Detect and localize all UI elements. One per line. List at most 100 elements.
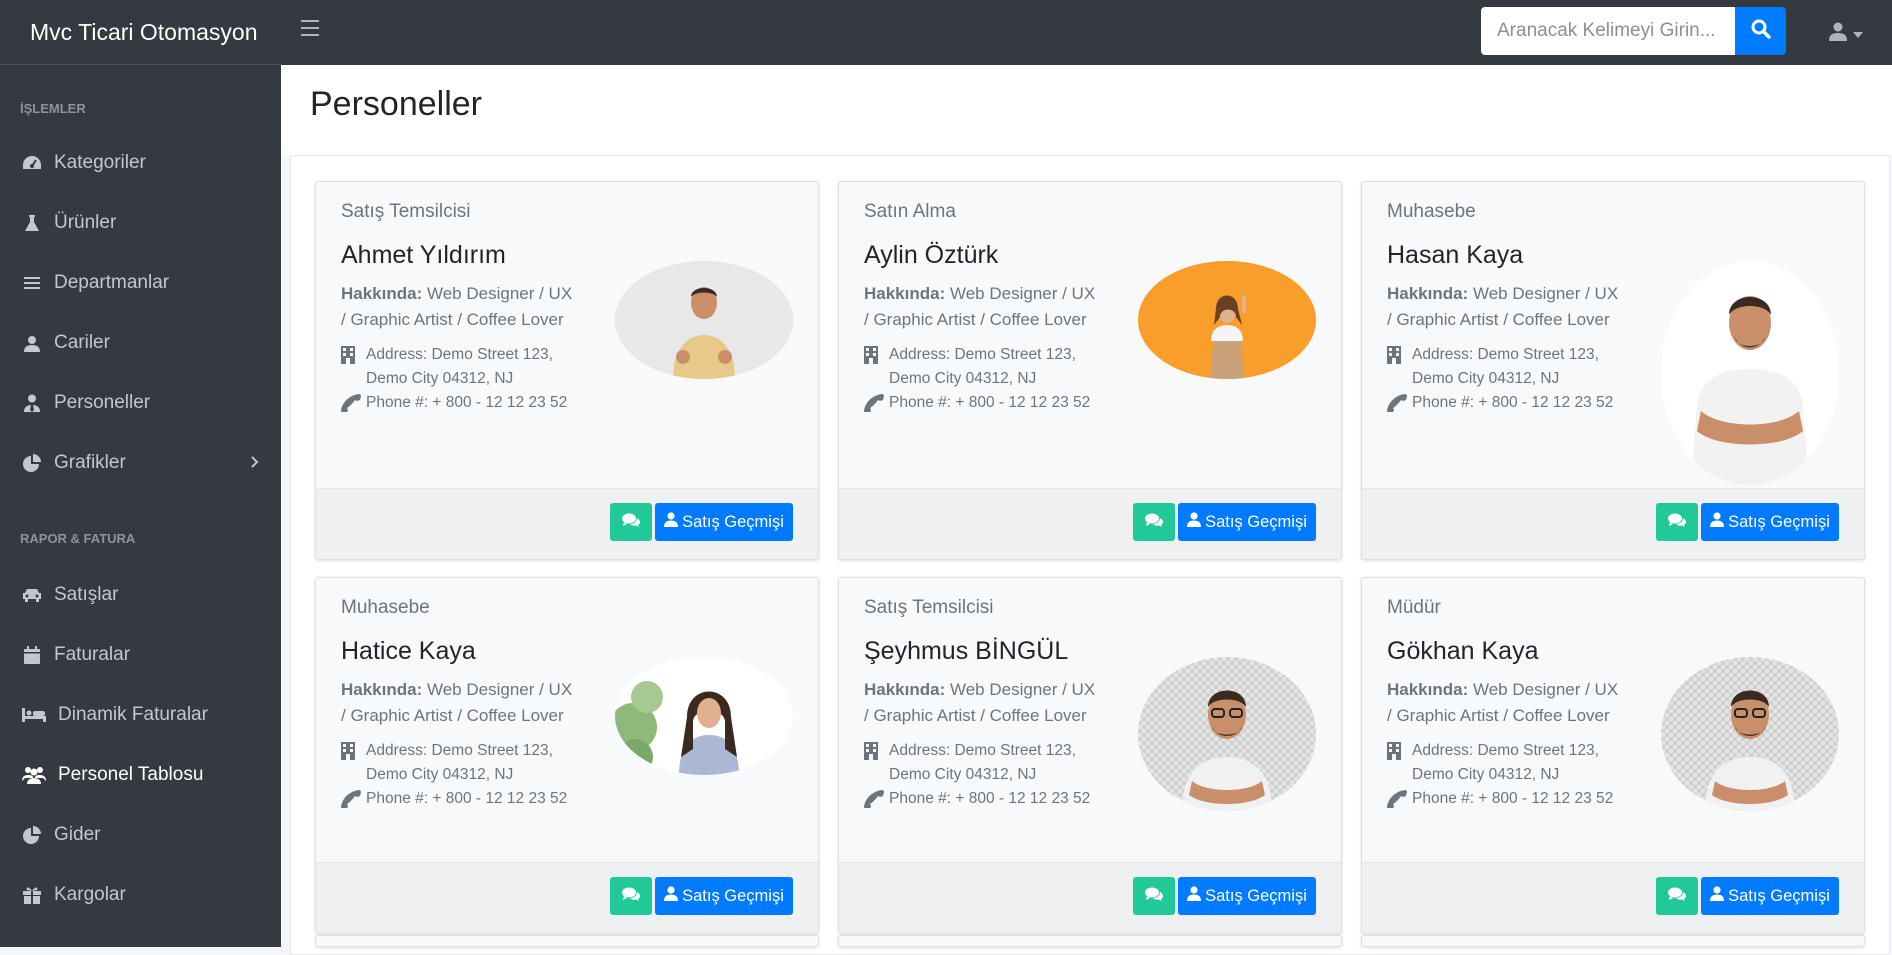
sidebar-item-gider[interactable]: Gider [0,805,281,865]
sales-history-button[interactable]: Satış Geçmişi [655,877,793,915]
address-text: Address: Demo Street 123, Demo City 0431… [889,742,1076,783]
sales-history-button[interactable]: Satış Geçmişi [1178,503,1316,541]
department-label: Satın Alma [864,201,956,222]
address-text: Address: Demo Street 123, Demo City 0431… [1412,346,1599,387]
user-menu[interactable] [1829,22,1863,46]
about-label: Hakkında: [341,284,423,303]
personnel-card: Muhasebe Hasan Kaya Hakkında: Web Design… [1361,181,1865,560]
about-text: Hakkında: Web Designer / UX / Graphic Ar… [341,677,576,729]
sidebar-item-faturalar[interactable]: Faturalar [0,625,281,685]
user-icon [1187,512,1202,532]
user-icon [1829,22,1847,46]
sales-history-button[interactable]: Satış Geçmişi [1701,503,1839,541]
list-icon [20,271,44,295]
sidebar-item-cariler[interactable]: Cariler [0,313,281,373]
comments-icon [1145,887,1163,906]
user-icon [664,512,679,532]
building-icon [1387,343,1412,372]
sales-history-button[interactable]: Satış Geçmişi [655,503,793,541]
sidebar-item-personel-tablosu[interactable]: Personel Tablosu [0,745,281,805]
about-label: Hakkında: [1387,680,1469,699]
message-button[interactable] [610,877,652,915]
sales-history-label: Satış Geçmişi [682,512,784,531]
building-icon [341,343,366,372]
sidebar-item-departmanlar[interactable]: Departmanlar [0,253,281,313]
card-footer: Satış Geçmişi [316,862,818,933]
content-header: Personeller [281,65,1892,155]
about-label: Hakkında: [864,284,946,303]
address-text: Address: Demo Street 123, Demo City 0431… [889,346,1076,387]
card-footer: Satış Geçmişi [839,862,1341,933]
address-text: Address: Demo Street 123, Demo City 0431… [366,742,553,783]
sidebar-item-label: Kategoriler [54,152,146,173]
building-icon [1387,739,1412,768]
comments-icon [1668,513,1686,532]
personnel-card [1361,935,1865,947]
card-footer: Satış Geçmişi [839,488,1341,559]
search-icon [1751,19,1771,44]
page-title: Personeller [310,85,482,123]
search-form [1481,7,1786,55]
department-label: Satış Temsilcisi [341,201,471,222]
address-text: Address: Demo Street 123, Demo City 0431… [366,346,553,387]
card-footer: Satış Geçmişi [316,488,818,559]
app-title[interactable]: Mvc Ticari Otomasyon [0,0,281,65]
sales-history-button[interactable]: Satış Geçmişi [1701,877,1839,915]
comments-icon [622,513,640,532]
sidebar-item-grafikler[interactable]: Grafikler [0,433,281,493]
sidebar-item-urunler[interactable]: Ürünler [0,193,281,253]
menu-toggle-icon[interactable] [301,20,319,36]
flask-icon [20,211,44,235]
top-navbar [281,0,1892,65]
message-button[interactable] [1133,877,1175,915]
card-footer: Satış Geçmişi [1362,862,1864,933]
about-label: Hakkında: [341,680,423,699]
about-text: Hakkında: Web Designer / UX / Graphic Ar… [1387,677,1622,729]
message-button[interactable] [1133,503,1175,541]
phone-text: Phone #: + 800 - 12 12 23 52 [1412,394,1614,411]
avatar [1138,261,1316,379]
car-icon [20,583,44,607]
message-button[interactable] [1656,877,1698,915]
chart-pie-icon [20,451,44,475]
sidebar-item-kategoriler[interactable]: Kategoriler [0,133,281,193]
building-icon [864,343,889,372]
personnel-card [315,935,819,947]
personnel-card: Satın Alma Aylin Öztürk Hakkında: Web De… [838,181,1342,560]
department-label: Müdür [1387,597,1441,618]
sidebar-item-dinamik-faturalar[interactable]: Dinamik Faturalar [0,685,281,745]
phone-icon [341,391,366,420]
sidebar-item-label: Satışlar [54,584,119,605]
sales-history-label: Satış Geçmişi [1205,886,1307,905]
dashboard-icon [20,151,44,175]
gift-icon [20,883,44,907]
sidebar: Mvc Ticari Otomasyon İŞLEMLER Kategorile… [0,0,281,947]
phone-text: Phone #: + 800 - 12 12 23 52 [1412,790,1614,807]
chart-pie-icon [20,823,44,847]
users-icon [20,763,48,787]
search-input[interactable] [1481,7,1735,55]
about-text: Hakkında: Web Designer / UX / Graphic Ar… [864,281,1099,333]
search-button[interactable] [1735,7,1786,55]
building-icon [864,739,889,768]
chevron-right-icon [251,452,259,474]
sidebar-item-label: Faturalar [54,644,131,665]
sidebar-item-satislar[interactable]: Satışlar [0,565,281,625]
department-label: Muhasebe [1387,201,1476,222]
about-label: Hakkında: [1387,284,1469,303]
message-button[interactable] [610,503,652,541]
sales-history-label: Satış Geçmişi [1728,512,1830,531]
sidebar-item-kargolar[interactable]: Kargolar [0,865,281,925]
user-icon [664,886,679,906]
personnel-card: Satış Temsilcisi Şeyhmus BİNGÜL Hakkında… [838,577,1342,934]
department-label: Satış Temsilcisi [864,597,994,618]
avatar [1661,657,1839,811]
personnel-card [838,935,1342,947]
phone-text: Phone #: + 800 - 12 12 23 52 [366,394,568,411]
avatar [1661,261,1839,485]
personnel-card: Muhasebe Hatice Kaya Hakkında: Web Desig… [315,577,819,934]
sidebar-item-personeller[interactable]: Personeller [0,373,281,433]
section-header-rapor: RAPOR & FATURA [20,531,136,546]
message-button[interactable] [1656,503,1698,541]
sales-history-button[interactable]: Satış Geçmişi [1178,877,1316,915]
